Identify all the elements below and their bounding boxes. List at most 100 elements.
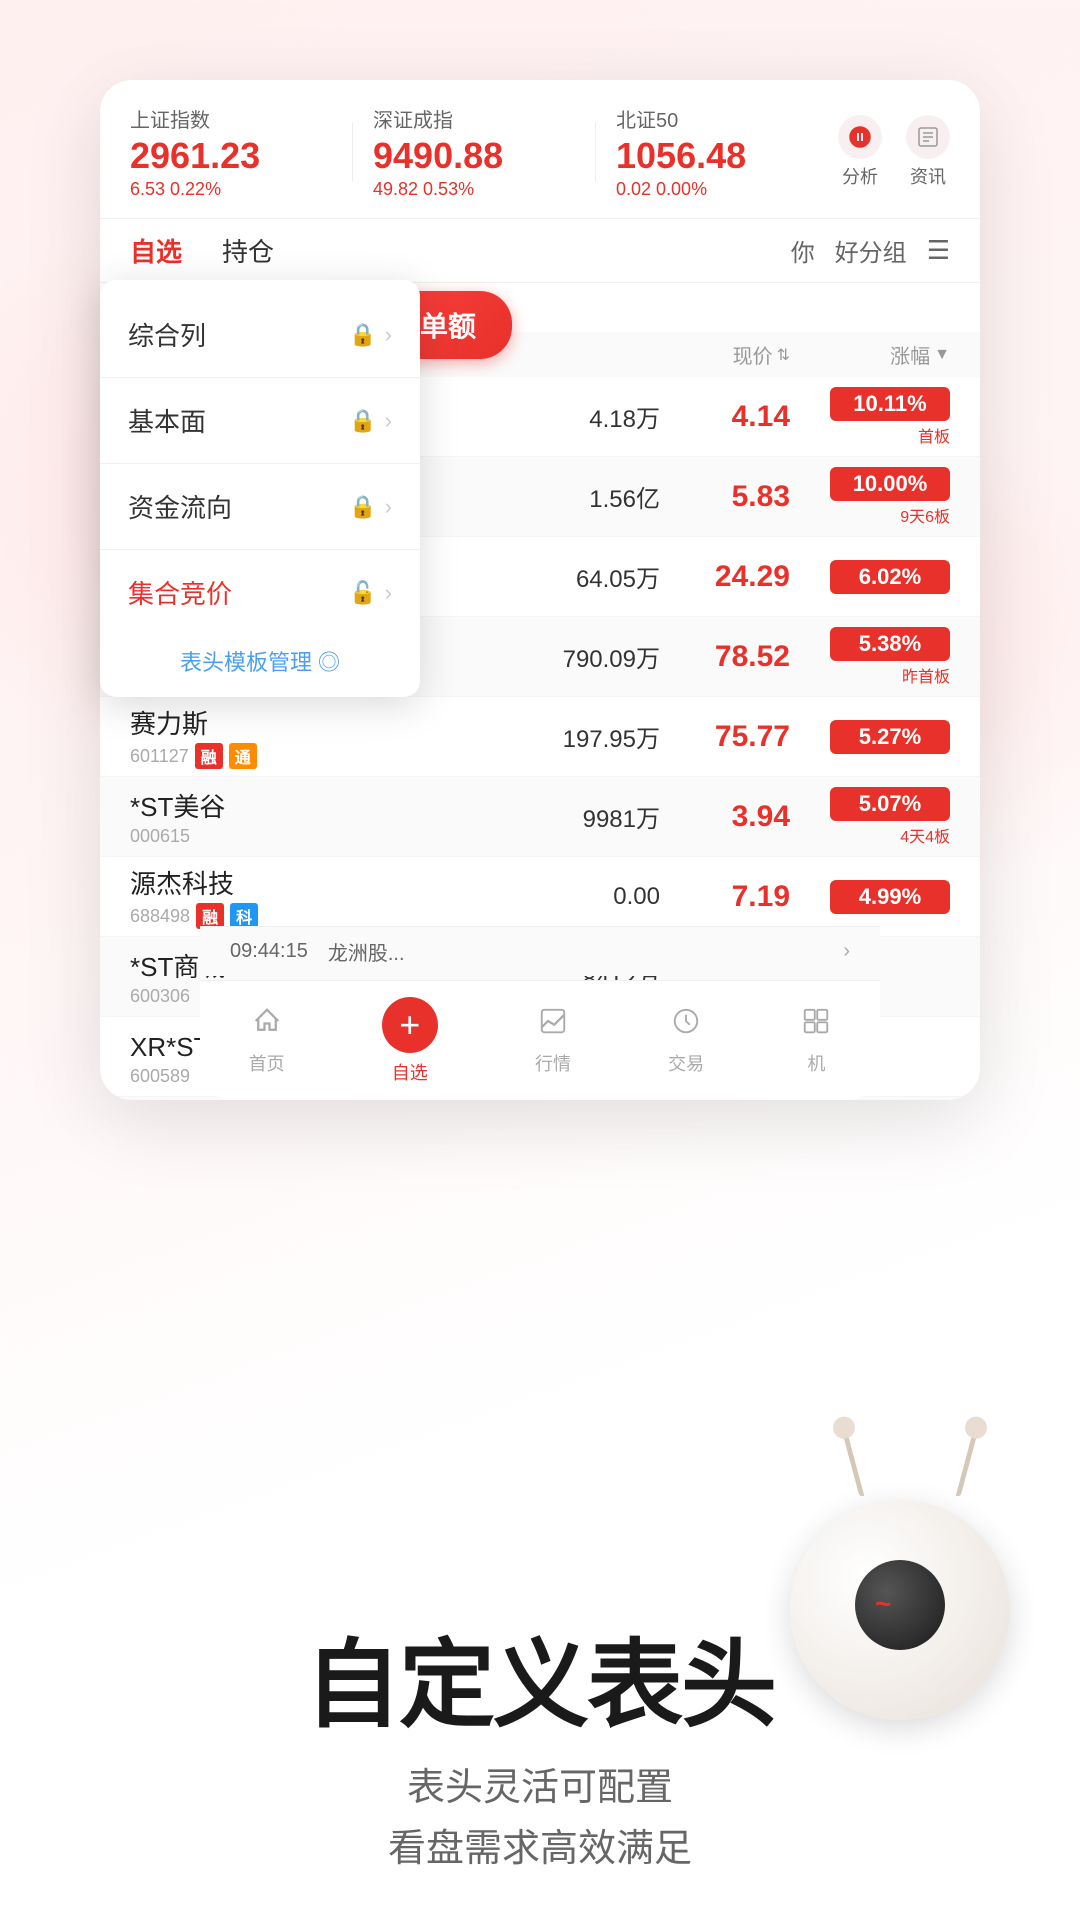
shenzhen-value: 9490.88 [373, 135, 575, 177]
news-icon [906, 115, 950, 159]
stock-code: 000615 [130, 826, 480, 847]
chevron-right-icon: › [385, 322, 392, 348]
stock-price: 75.77 [660, 720, 790, 754]
table-row[interactable]: 源杰科技 688498 融 科 0.00 7.19 4.99% [100, 857, 980, 937]
chevron-right-icon-4: › [385, 580, 392, 606]
beijing-label: 北证50 [616, 104, 818, 133]
sub-line-2: 看盘需求高效满足 [388, 1828, 692, 1870]
shanghai-change: 6.53 0.22% [130, 179, 332, 200]
menu-item-fundamental[interactable]: 基本面 🔒 › [100, 382, 420, 459]
stock-change: 6.02% [790, 560, 950, 594]
chevron-right-icon-3: › [385, 494, 392, 520]
stock-change: 4.99% [790, 880, 950, 914]
mascot [760, 1460, 1040, 1740]
nav-trade[interactable]: 交易 [668, 1006, 704, 1076]
stock-name: *ST美谷 [130, 787, 480, 824]
stock-change: 10.11% 首板 [790, 387, 950, 447]
beijing-change: 0.02 0.00% [616, 179, 818, 200]
nav-market[interactable]: 行情 [535, 1006, 571, 1076]
table-row[interactable]: *ST美谷 000615 9981万 3.94 5.07% 4天4板 [100, 777, 980, 857]
badge-tong: 通 [229, 743, 257, 769]
menu-footer[interactable]: 表头模板管理 ◎ [100, 631, 420, 681]
stock-price: 5.83 [660, 480, 790, 514]
stock-amount: 197.95万 [480, 719, 660, 754]
status-text: 龙洲股... [328, 937, 823, 966]
nav-home[interactable]: 首页 [249, 1006, 285, 1076]
status-time: 09:44:15 [230, 940, 308, 963]
stock-amount: 64.05万 [480, 559, 660, 594]
tab-group: 好分组 [835, 233, 907, 268]
index-header: 上证指数 2961.23 6.53 0.22% 深证成指 9490.88 49.… [100, 80, 980, 219]
stock-price: 24.29 [660, 560, 790, 594]
nav-trade-label: 交易 [668, 1050, 704, 1076]
nav-watchlist-label: 自选 [392, 1059, 428, 1085]
lock-icon-2: 🔒 [349, 408, 376, 434]
stock-change: 5.07% 4天4板 [790, 787, 950, 847]
shanghai-value: 2961.23 [130, 135, 332, 177]
stock-name-col: *ST美谷 000615 [130, 787, 480, 847]
analysis-icon [838, 115, 882, 159]
index-shanghai[interactable]: 上证指数 2961.23 6.53 0.22% [130, 104, 332, 200]
menu-item-label: 基本面 [128, 402, 349, 439]
stock-amount: 4.18万 [480, 399, 660, 434]
lock-icon-3: 🔒 [349, 494, 376, 520]
change-sort-icon[interactable]: ▼ [934, 346, 950, 364]
menu-item-label-active: 集合竞价 [128, 574, 349, 611]
stock-name-col: 赛力斯 601127 融 通 [130, 704, 480, 769]
dropdown-menu: 综合列 🔒 › 基本面 🔒 › 资金流向 🔒 › 集合竞价 🔓 › 表头模板管理… [100, 280, 420, 697]
stock-price: 78.52 [660, 640, 790, 674]
nav-more-label: 机 [807, 1050, 825, 1076]
menu-item-label: 资金流向 [128, 488, 349, 525]
col-price-header[interactable]: 现价 ⇅ [660, 340, 790, 369]
sub-line-1: 表头灵活可配置 [407, 1767, 673, 1809]
tab-row: 自选 持仓 你 好分组 ☰ [100, 219, 980, 283]
mascot-eye [855, 1560, 945, 1650]
analysis-label: 分析 [842, 163, 878, 189]
shenzhen-change: 49.82 0.53% [373, 179, 575, 200]
tab-holdings[interactable]: 持仓 [222, 219, 274, 283]
trade-icon [671, 1006, 701, 1044]
menu-item-comprehensive[interactable]: 综合列 🔒 › [100, 296, 420, 373]
col-change-header[interactable]: 涨幅 ▼ [790, 340, 950, 369]
stock-amount: 790.09万 [480, 639, 660, 674]
menu-item-label: 综合列 [128, 316, 349, 353]
hamburger-icon[interactable]: ☰ [927, 235, 950, 266]
index-shenzhen[interactable]: 深证成指 9490.88 49.82 0.53% [373, 104, 575, 200]
stock-amount: 0.00 [480, 883, 660, 911]
badge-rong: 融 [195, 743, 223, 769]
template-manage-link[interactable]: 表头模板管理 ◎ [180, 650, 340, 675]
add-icon[interactable]: + [382, 997, 438, 1053]
stock-name-col: 源杰科技 688498 融 科 [130, 864, 480, 929]
tab-user: 你 [791, 233, 815, 268]
bottom-nav: 首页 + 自选 行情 交易 [200, 980, 880, 1100]
analysis-button[interactable]: 分析 [838, 115, 882, 189]
home-icon [252, 1006, 282, 1044]
menu-item-auction[interactable]: 集合竞价 🔓 › [100, 554, 420, 631]
lock-icon: 🔒 [349, 322, 376, 348]
nav-home-label: 首页 [249, 1050, 285, 1076]
stock-price: 7.19 [660, 880, 790, 914]
menu-item-capital-flow[interactable]: 资金流向 🔒 › [100, 468, 420, 545]
nav-watchlist[interactable]: + 自选 [382, 997, 438, 1085]
beijing-value: 1056.48 [616, 135, 818, 177]
mascot-body [790, 1500, 1010, 1720]
market-icon [538, 1006, 568, 1044]
status-arrow-icon[interactable]: › [843, 940, 850, 963]
stock-change: 5.38% 昨首板 [790, 627, 950, 687]
index-beijing[interactable]: 北证50 1056.48 0.02 0.00% [616, 104, 818, 200]
nav-more[interactable]: 机 [801, 1006, 831, 1076]
nav-market-label: 行情 [535, 1050, 571, 1076]
news-label: 资讯 [910, 163, 946, 189]
chevron-right-icon-2: › [385, 408, 392, 434]
price-sort-icon[interactable]: ⇅ [777, 345, 790, 365]
stock-amount: 9981万 [480, 799, 660, 834]
stock-price: 4.14 [660, 400, 790, 434]
news-button[interactable]: 资讯 [906, 115, 950, 189]
shenzhen-label: 深证成指 [373, 104, 575, 133]
table-row[interactable]: 赛力斯 601127 融 通 197.95万 75.77 5.27% [100, 697, 980, 777]
status-bar: 09:44:15 龙洲股... › [200, 926, 880, 976]
tab-watchlist[interactable]: 自选 [130, 219, 182, 283]
stock-price: 3.94 [660, 800, 790, 834]
stock-change: 10.00% 9天6板 [790, 467, 950, 527]
more-icon [801, 1006, 831, 1044]
